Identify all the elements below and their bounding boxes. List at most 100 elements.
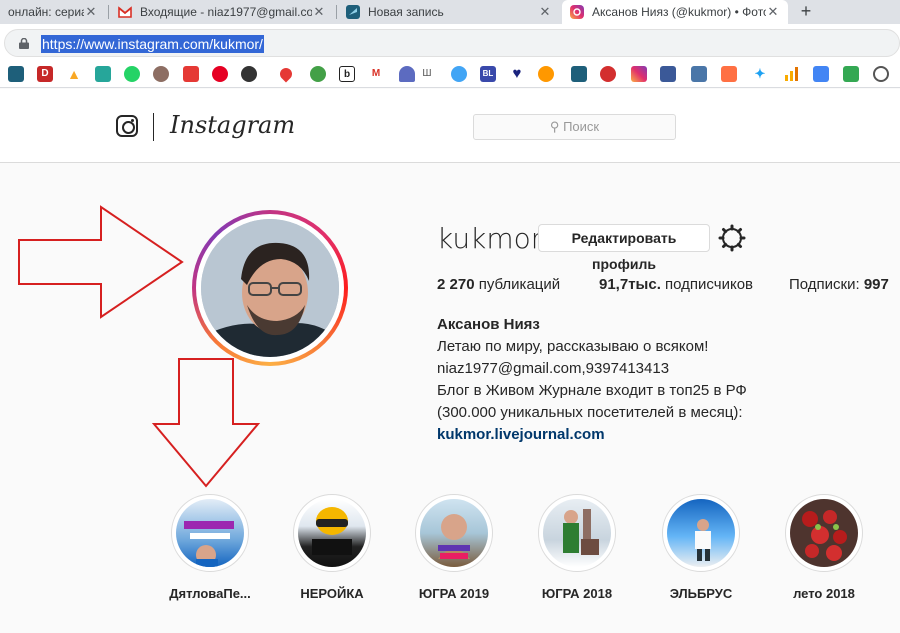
highlight-cover [420, 499, 488, 567]
bookmark-vk-icon[interactable] [691, 66, 707, 82]
profile-website-link[interactable]: kukmor.livejournal.com [437, 424, 747, 446]
close-icon[interactable]: ✕ [84, 4, 98, 20]
posts-count: 2 270 [437, 276, 475, 293]
bookmark-mail-icon[interactable] [721, 66, 737, 82]
edit-profile-button[interactable]: Редактировать профиль [538, 224, 710, 272]
tab-new-post[interactable]: Новая запись ✕ [338, 0, 560, 24]
search-input[interactable]: ⚲ Поиск [473, 114, 676, 140]
gmail-icon [118, 6, 132, 18]
search-placeholder: Поиск [563, 119, 600, 134]
tab-label: Новая запись [368, 5, 444, 19]
bookmark-lj2-icon[interactable] [571, 66, 587, 82]
profile-bio: Аксанов Нияз Летаю по миру, рассказываю … [437, 314, 747, 446]
following-count: 997 [863, 276, 889, 293]
highlight-cover [176, 499, 244, 567]
followers-count: 91,7тыс. [599, 276, 661, 293]
search-icon: ⚲ [549, 119, 560, 134]
bookmark-pinterest-icon[interactable] [212, 66, 228, 82]
profile-username: kukmor [437, 222, 543, 255]
highlight-cover [543, 499, 611, 567]
instagram-header: Instagram ⚲ Поиск [0, 89, 900, 163]
bookmark-aperture-icon[interactable] [873, 66, 889, 82]
highlight-cover [667, 499, 735, 567]
tab-label: Входящие - niaz1977@gmail.com [140, 5, 312, 19]
story-highlight[interactable]: ЭЛЬБРУС [651, 494, 751, 601]
bookmark-facebook-icon[interactable] [660, 66, 676, 82]
following-stat[interactable]: Подписки: 997 [789, 276, 889, 293]
profile-full-name: Аксанов Нияз [437, 316, 540, 333]
bookmark-z-icon[interactable] [600, 66, 616, 82]
tab-label: Аксанов Нияз (@kukmor) • Фото [592, 5, 766, 19]
livejournal-icon [346, 5, 360, 19]
bookmark-instagram-icon[interactable] [631, 66, 647, 82]
arrow-right-annotation [18, 205, 184, 319]
close-icon[interactable]: ✕ [312, 4, 326, 20]
highlight-label: ЮГРА 2018 [541, 586, 613, 601]
bookmark-thumb-icon[interactable]: ▲ [66, 66, 82, 82]
bookmark-green-icon[interactable] [310, 66, 326, 82]
close-icon[interactable]: ✕ [538, 4, 552, 20]
bookmark-orange-icon[interactable] [538, 66, 554, 82]
highlight-label: ЮГРА 2019 [418, 586, 490, 601]
tab-strip: онлайн: сериал ✕ Входящие - niaz1977@gma… [0, 0, 900, 24]
browser-toolbar: https://www.instagram.com/kukmor/ [0, 24, 900, 60]
posts-label: публикаций [478, 276, 561, 293]
bookmark-check-icon[interactable] [451, 66, 467, 82]
address-bar[interactable]: https://www.instagram.com/kukmor/ [4, 29, 900, 57]
bookmark-translate-icon[interactable] [813, 66, 829, 82]
highlight-cover [790, 499, 858, 567]
arrow-down-annotation [151, 358, 261, 488]
highlight-label: НЕРОЙКА [300, 586, 364, 601]
bookmark-h-icon[interactable] [183, 66, 199, 82]
bookmark-tripadvisor-icon[interactable] [241, 66, 257, 82]
bio-line: (300.000 уникальных посетителей в месяц)… [437, 404, 743, 421]
bio-line: Блог в Живом Журнале входит в топ25 в РФ [437, 382, 747, 399]
followers-stat[interactable]: 91,7тыс. подписчиков [599, 276, 753, 293]
header-divider [153, 113, 154, 141]
story-highlight[interactable]: НЕРОЙКА [282, 494, 382, 601]
story-highlight[interactable]: лето 2018 [774, 494, 874, 601]
highlight-label: ЭЛЬБРУС [669, 586, 733, 601]
bookmark-twitter-icon[interactable]: ✦ [752, 66, 768, 82]
bio-line: Летаю по миру, рассказываю о всяком! [437, 338, 709, 355]
url-text[interactable]: https://www.instagram.com/kukmor/ [41, 35, 264, 53]
highlight-label: ДятловаПе... [169, 586, 251, 601]
bio-line: niaz1977@gmail.com,9397413413 [437, 360, 670, 377]
highlight-cover [298, 499, 366, 567]
tab-serial[interactable]: онлайн: сериал ✕ [0, 0, 106, 24]
bookmark-sh-text[interactable]: Ш [419, 66, 435, 82]
bookmark-whatsapp-icon[interactable] [124, 66, 140, 82]
bookmark-livejournal-icon[interactable] [8, 66, 24, 82]
instagram-icon [570, 5, 584, 19]
story-highlight[interactable]: ЮГРА 2018 [527, 494, 627, 601]
highlight-label: лето 2018 [793, 586, 855, 601]
followers-label: подписчиков [665, 276, 754, 293]
gear-icon[interactable] [718, 224, 746, 252]
story-highlight[interactable]: ЮГРА 2019 [404, 494, 504, 601]
profile-avatar[interactable] [192, 210, 348, 366]
bookmark-person-icon[interactable] [399, 66, 415, 82]
tab-gmail[interactable]: Входящие - niaz1977@gmail.com ✕ [110, 0, 334, 24]
close-icon[interactable]: ✕ [766, 4, 780, 20]
bookmark-d-icon[interactable]: D [37, 66, 53, 82]
tab-instagram-profile[interactable]: Аксанов Нияз (@kukmor) • Фото ✕ [562, 0, 788, 24]
bookmark-grid-icon[interactable] [95, 66, 111, 82]
bookmarks-bar: D ▲ b M Ш BL ♥ ✦ [0, 60, 900, 88]
new-tab-button[interactable]: + [796, 0, 816, 24]
bookmark-heart-icon[interactable]: ♥ [509, 66, 525, 82]
bookmark-maps-icon[interactable] [843, 66, 859, 82]
lock-icon [19, 38, 29, 49]
instagram-wordmark[interactable]: Instagram [170, 111, 295, 139]
posts-stat: 2 270 публикаций [437, 276, 560, 293]
instagram-logo-icon[interactable] [116, 115, 138, 137]
story-highlight[interactable]: ДятловаПе... [160, 494, 260, 601]
avatar-photo [201, 219, 339, 357]
bookmark-gmail-icon[interactable]: M [368, 66, 384, 82]
bookmark-b-icon[interactable]: b [339, 66, 355, 82]
following-label: Подписки: [789, 276, 860, 293]
tab-label: онлайн: сериал [8, 5, 84, 19]
bookmark-globe-icon[interactable] [153, 66, 169, 82]
bookmark-map-pin-icon[interactable] [277, 65, 295, 83]
bookmark-bl-icon[interactable]: BL [480, 66, 496, 82]
bookmark-analytics-icon[interactable] [783, 66, 799, 82]
